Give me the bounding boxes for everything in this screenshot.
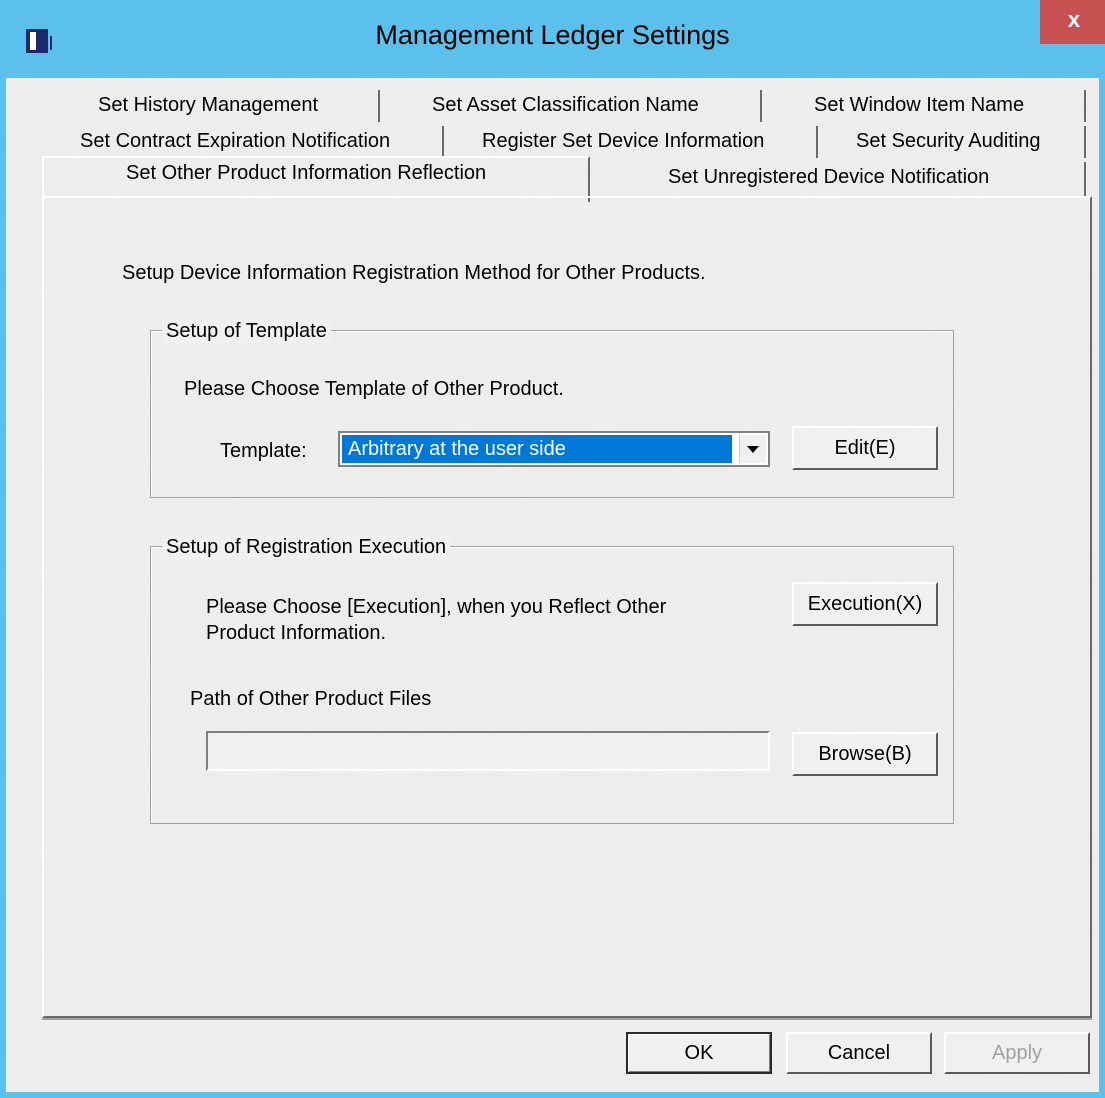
tab-register-device-info[interactable]: Register Set Device Information (482, 130, 764, 153)
tab-divider (1084, 126, 1086, 158)
edit-button[interactable]: Edit(E) (792, 426, 938, 470)
close-button[interactable]: x (1040, 0, 1105, 44)
footer-divider (42, 1018, 1092, 1020)
tab-divider (816, 126, 818, 158)
window-title: Management Ledger Settings (375, 20, 730, 50)
tab-history-management[interactable]: Set History Management (98, 94, 318, 117)
template-label: Template: (220, 440, 307, 462)
tab-divider (442, 126, 444, 158)
browse-button[interactable]: Browse(B) (792, 732, 938, 776)
template-group-title: Setup of Template (162, 320, 331, 343)
execution-group-title: Setup of Registration Execution (162, 536, 451, 559)
tab-divider (378, 90, 380, 122)
tab-security-auditing[interactable]: Set Security Auditing (856, 130, 1041, 153)
tab-divider (1084, 90, 1086, 122)
path-label: Path of Other Product Files (190, 688, 432, 710)
apply-button[interactable]: Apply (944, 1032, 1090, 1074)
template-groupbox (150, 330, 954, 498)
tab-window-item-name[interactable]: Set Window Item Name (814, 94, 1024, 117)
template-selected-value[interactable]: Arbitrary at the user side (342, 435, 732, 463)
tab-divider (1084, 162, 1086, 196)
cancel-button[interactable]: Cancel (786, 1032, 932, 1074)
execution-button[interactable]: Execution(X) (792, 582, 938, 626)
title-bar[interactable]: Management Ledger Settings x (6, 0, 1105, 78)
tab-contract-expiration[interactable]: Set Contract Expiration Notification (80, 130, 390, 153)
tab-unregistered-device[interactable]: Set Unregistered Device Notification (668, 166, 989, 189)
execution-instruction-line1: Please Choose [Execution], when you Refl… (206, 596, 667, 618)
ok-button[interactable]: OK (626, 1032, 772, 1074)
dialog-window: Management Ledger Settings x Set History… (0, 0, 1105, 1098)
tab-divider (760, 90, 762, 122)
chevron-down-icon[interactable] (739, 435, 766, 463)
panel-heading: Setup Device Information Registration Me… (122, 262, 706, 284)
tab-other-product-reflection[interactable]: Set Other Product Information Reflection (126, 162, 486, 185)
execution-instruction-line2: Product Information. (206, 622, 387, 644)
template-instruction: Please Choose Template of Other Product. (184, 378, 564, 400)
template-combobox[interactable]: Arbitrary at the user side (338, 431, 770, 467)
tab-asset-classification[interactable]: Set Asset Classification Name (432, 94, 699, 117)
path-input[interactable] (206, 731, 770, 771)
